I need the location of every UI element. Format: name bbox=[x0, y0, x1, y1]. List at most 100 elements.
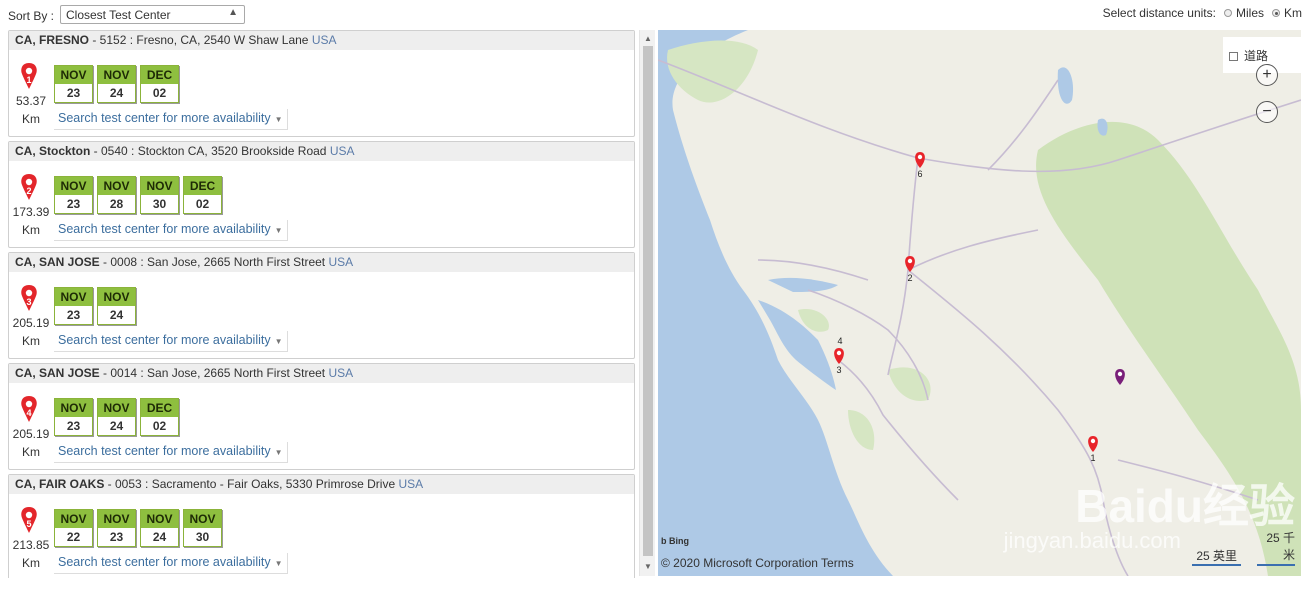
more-availability-label: Search test center for more availability bbox=[58, 333, 271, 347]
more-availability-link[interactable]: Search test center for more availability… bbox=[54, 109, 288, 130]
date-button[interactable]: NOV 24 bbox=[140, 509, 179, 547]
date-day: 28 bbox=[109, 197, 124, 211]
date-month: NOV bbox=[98, 177, 135, 195]
distance: 205.19 Km bbox=[11, 314, 51, 350]
more-availability-link[interactable]: Search test center for more availability… bbox=[54, 553, 288, 574]
more-availability-link[interactable]: Search test center for more availability… bbox=[54, 220, 288, 241]
layer-checkbox[interactable] bbox=[1229, 52, 1238, 61]
map-pin-icon[interactable]: 3 bbox=[20, 285, 38, 311]
test-center-header: CA, SAN JOSE - 0014 : San Jose, 2665 Nor… bbox=[9, 364, 634, 383]
date-button[interactable]: NOV 23 bbox=[54, 176, 93, 214]
map-copyright[interactable]: © 2020 Microsoft Corporation Terms bbox=[661, 556, 854, 570]
date-button[interactable]: NOV 24 bbox=[97, 65, 136, 103]
scroll-up-icon[interactable]: ▲ bbox=[640, 32, 656, 46]
center-address: - 0008 : San Jose, 2665 North First Stre… bbox=[99, 255, 329, 269]
center-address: - 5152 : Fresno, CA, 2540 W Shaw Lane bbox=[89, 33, 312, 47]
date-month: NOV bbox=[98, 66, 135, 84]
map-pin-icon[interactable]: 1 bbox=[20, 63, 38, 89]
date-button[interactable]: NOV 28 bbox=[97, 176, 136, 214]
scroll-down-icon[interactable]: ▼ bbox=[640, 560, 656, 574]
test-center-list: CA, FRESNO - 5152 : Fresno, CA, 2540 W S… bbox=[8, 30, 636, 578]
date-day: 23 bbox=[109, 530, 124, 544]
map[interactable]: 6 2 4 3 1 道路 + − jingyan.baidu.com Baidu… bbox=[658, 30, 1301, 576]
distance-unit: Km bbox=[22, 445, 40, 459]
date-button[interactable]: NOV 30 bbox=[183, 509, 222, 547]
test-center-header: CA, SAN JOSE - 0008 : San Jose, 2665 Nor… bbox=[9, 253, 634, 272]
map-marker-label: 2 bbox=[908, 273, 913, 283]
center-city: CA, FAIR OAKS bbox=[15, 477, 105, 491]
more-availability-link[interactable]: Search test center for more availability… bbox=[54, 442, 288, 463]
date-button[interactable]: DEC 02 bbox=[140, 65, 179, 103]
zoom-in-button[interactable]: + bbox=[1256, 64, 1278, 86]
scroll-thumb[interactable] bbox=[643, 46, 653, 556]
date-button[interactable]: NOV 22 bbox=[54, 509, 93, 547]
more-availability-label: Search test center for more availability bbox=[58, 444, 271, 458]
distance: 173.39 Km bbox=[11, 203, 51, 239]
map-pin-icon[interactable]: 4 bbox=[20, 396, 38, 422]
center-country: USA bbox=[328, 255, 354, 269]
date-month: NOV bbox=[55, 66, 92, 84]
date-button[interactable]: NOV 23 bbox=[97, 509, 136, 547]
list-scrollbar[interactable]: ▲ ▼ bbox=[639, 30, 655, 576]
date-day: 02 bbox=[152, 419, 167, 433]
date-button[interactable]: NOV 30 bbox=[140, 176, 179, 214]
center-address: - 0014 : San Jose, 2665 North First Stre… bbox=[99, 366, 329, 380]
date-month: NOV bbox=[98, 399, 135, 417]
more-availability-link[interactable]: Search test center for more availability… bbox=[54, 331, 288, 352]
date-button[interactable]: NOV 23 bbox=[54, 287, 93, 325]
distance-value: 173.39 bbox=[12, 205, 50, 219]
date-day: 23 bbox=[66, 197, 81, 211]
km-radio[interactable] bbox=[1272, 9, 1280, 17]
date-day: 02 bbox=[152, 86, 167, 100]
date-button[interactable]: NOV 24 bbox=[97, 398, 136, 436]
map-pin-icon[interactable]: 5 bbox=[20, 507, 38, 533]
date-button[interactable]: DEC 02 bbox=[140, 398, 179, 436]
km-label[interactable]: Km bbox=[1284, 6, 1302, 20]
caret-down-icon: ▼ bbox=[274, 559, 283, 568]
date-month: NOV bbox=[55, 510, 92, 528]
date-month: DEC bbox=[184, 177, 221, 195]
miles-label[interactable]: Miles bbox=[1236, 6, 1264, 20]
date-day: 24 bbox=[152, 530, 167, 544]
test-center-card: CA, FAIR OAKS - 0053 : Sacramento - Fair… bbox=[8, 474, 635, 578]
date-day: 22 bbox=[66, 530, 81, 544]
map-canvas[interactable]: 6 2 4 3 1 bbox=[658, 30, 1301, 576]
miles-radio[interactable] bbox=[1223, 9, 1232, 17]
date-button[interactable]: NOV 23 bbox=[54, 398, 93, 436]
scale-metric: 25 千米 bbox=[1257, 530, 1295, 566]
date-day: 24 bbox=[109, 86, 124, 100]
distance: 205.19 Km bbox=[11, 425, 51, 461]
distance-unit: Km bbox=[22, 112, 40, 126]
center-city: CA, SAN JOSE bbox=[15, 366, 100, 380]
select-arrows-icon: ▲ bbox=[228, 7, 238, 18]
center-city: CA, SAN JOSE bbox=[15, 255, 100, 269]
available-dates: NOV 23 NOV 24 bbox=[54, 287, 136, 325]
caret-down-icon: ▼ bbox=[274, 337, 283, 346]
map-marker-label: 4 bbox=[838, 336, 843, 346]
test-center-card: CA, Stockton - 0540 : Stockton CA, 3520 … bbox=[8, 141, 635, 248]
caret-down-icon: ▼ bbox=[274, 448, 283, 457]
map-marker-4[interactable]: 4 bbox=[838, 336, 843, 346]
date-day: 23 bbox=[66, 86, 81, 100]
date-day: 30 bbox=[195, 530, 210, 544]
pin-number: 2 bbox=[26, 186, 31, 196]
map-pin-icon[interactable]: 2 bbox=[20, 174, 38, 200]
sort-by-label: Sort By : bbox=[8, 9, 55, 23]
sort-by-select[interactable]: Closest Test Center ▲ bbox=[60, 5, 245, 24]
available-dates: NOV 23 NOV 24 DEC 02 bbox=[54, 65, 179, 103]
date-month: NOV bbox=[98, 510, 135, 528]
scale-imperial: 25 英里 bbox=[1192, 547, 1241, 566]
date-button[interactable]: NOV 24 bbox=[97, 287, 136, 325]
date-button[interactable]: DEC 02 bbox=[183, 176, 222, 214]
date-month: NOV bbox=[141, 177, 178, 195]
distance: 53.37 Km bbox=[11, 92, 51, 128]
date-button[interactable]: NOV 23 bbox=[54, 65, 93, 103]
test-center-header: CA, FRESNO - 5152 : Fresno, CA, 2540 W S… bbox=[9, 31, 634, 50]
center-country: USA bbox=[329, 144, 355, 158]
zoom-out-button[interactable]: − bbox=[1256, 101, 1278, 123]
date-day: 24 bbox=[109, 419, 124, 433]
more-availability-label: Search test center for more availability bbox=[58, 111, 271, 125]
distance-units: Select distance units: Miles Km bbox=[1103, 6, 1302, 20]
date-day: 30 bbox=[152, 197, 167, 211]
test-center-header: CA, FAIR OAKS - 0053 : Sacramento - Fair… bbox=[9, 475, 634, 494]
